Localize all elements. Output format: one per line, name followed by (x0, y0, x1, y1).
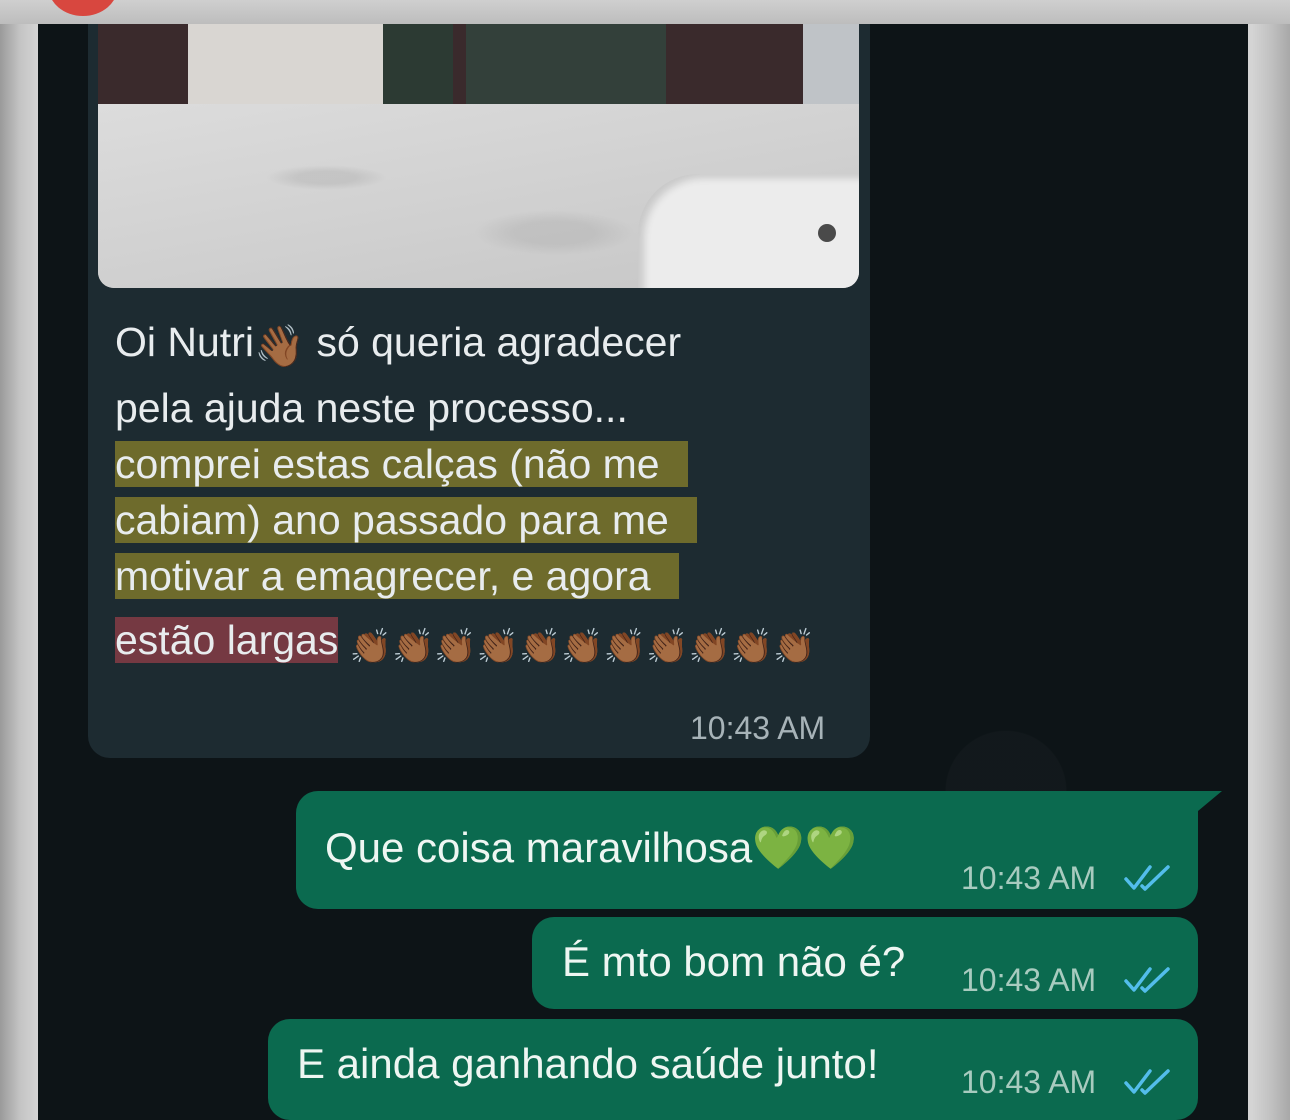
message-line-highlighted: cabiam) ano passado para me (115, 492, 697, 548)
message-line-text: só queria agradecer (316, 319, 682, 365)
message-line-highlighted: comprei estas calças (não me (115, 436, 688, 492)
message-line: Oi Nutri👋🏾 só queria agradecer (115, 314, 681, 374)
photo-pants-left (383, 24, 453, 108)
attached-photo[interactable] (98, 24, 859, 288)
incoming-timestamp: 10:43 AM (690, 710, 826, 746)
bubble-tail (1198, 791, 1222, 811)
message-line-text: motivar a emagrecer, e agora (115, 553, 679, 599)
outgoing-message-text: E ainda ganhando saúde junto! (297, 1040, 879, 1087)
outgoing-timestamp: 10:43 AM (961, 1064, 1097, 1100)
outgoing-message-text: É mto bom não é? (562, 938, 906, 985)
photo-wall-light (188, 24, 393, 106)
outgoing-timestamp: 10:43 AM (961, 860, 1097, 896)
message-line-highlighted-red: estão largas 👏🏾👏🏾👏🏾👏🏾👏🏾👏🏾👏🏾👏🏾👏🏾👏🏾👏🏾 (115, 612, 815, 675)
message-line-text: Oi Nutri (115, 319, 254, 365)
heart-emoji: 💚💚 (752, 824, 857, 871)
outgoing-message-text: Que coisa maravilhosa💚💚 (325, 824, 857, 873)
story-top-bar (0, 0, 1290, 24)
clap-emoji: 👏🏾👏🏾👏🏾👏🏾👏🏾👏🏾👏🏾👏🏾👏🏾👏🏾👏🏾 (349, 628, 816, 666)
message-line-text: cabiam) ano passado para me (115, 497, 697, 543)
chat-screenshot: Oi Nutri👋🏾 só queria agradecer pela ajud… (38, 24, 1248, 1120)
outgoing-timestamp: 10:43 AM (961, 962, 1097, 998)
message-line-text: comprei estas calças (não me (115, 441, 688, 487)
message-text: Que coisa maravilhosa (325, 824, 753, 871)
message-line: pela ajuda neste processo... (115, 380, 628, 436)
double-check-icon (1124, 865, 1170, 891)
double-check-icon (1124, 967, 1170, 993)
double-check-icon (1124, 1069, 1170, 1095)
message-line-text: pela ajuda neste processo... (115, 385, 628, 431)
message-line-highlighted: motivar a emagrecer, e agora (115, 548, 679, 604)
wave-emoji: 👋🏾 (253, 323, 306, 369)
avatar[interactable] (48, 0, 118, 16)
photo-pants-right (466, 24, 666, 116)
message-line-text: estão largas (115, 617, 339, 663)
photo-sink-knob (818, 224, 836, 242)
